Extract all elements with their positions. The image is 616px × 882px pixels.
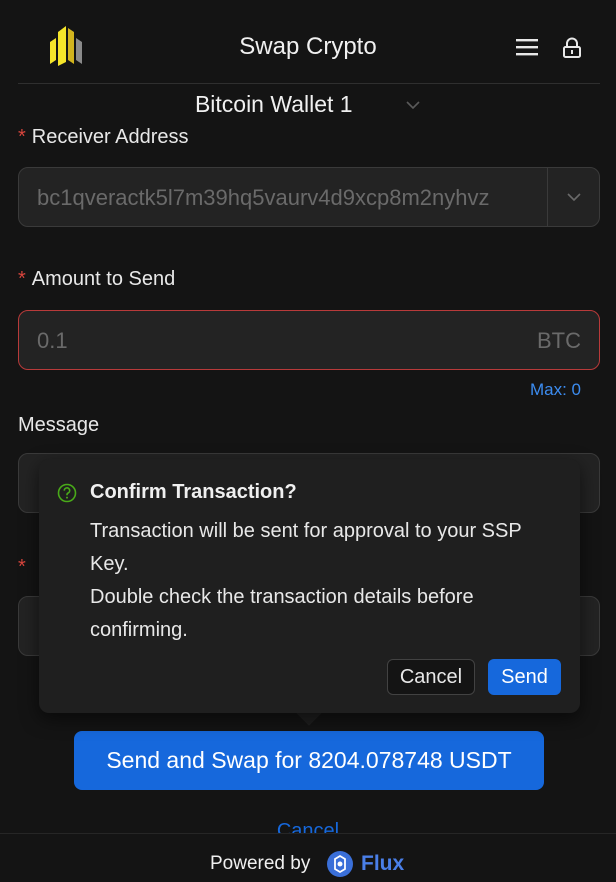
chevron-down-icon [406,100,420,109]
wallet-selector[interactable]: Bitcoin Wallet 1 [0,91,616,121]
footer: Powered by Flux [0,833,616,882]
confirm-transaction-popover: Confirm Transaction? Transaction will be… [39,459,580,713]
popconfirm-description: Transaction will be sent for approval to… [90,520,522,641]
wallet-name: Bitcoin Wallet 1 [194,91,353,117]
max-amount-link[interactable]: Max: 0 [530,380,581,400]
field-separator [547,168,548,226]
fee-required-marker: * [18,556,26,578]
receiver-address-label: * Receiver Address [18,126,189,148]
flux-brand[interactable]: Flux [361,852,404,876]
receiver-address-field[interactable]: bc1qveractk5l7m39hq5vaurv4d9xcp8m2nyhvz [18,167,600,227]
chevron-down-icon[interactable] [565,188,583,206]
powered-by-text: Powered by [210,853,311,874]
amount-placeholder: 0.1 [37,328,68,353]
send-and-swap-button[interactable]: Send and Swap for 8204.078748 USDT [74,731,544,790]
popconfirm-cancel-button[interactable]: Cancel [387,659,475,695]
hamburger-menu-icon[interactable] [514,36,540,58]
flux-logo-icon [327,851,353,877]
question-circle-icon [57,483,77,503]
popconfirm-title: Confirm Transaction? [90,481,297,503]
lock-icon[interactable] [560,36,584,60]
message-label: Message [18,414,100,436]
receiver-address-value: bc1qveractk5l7m39hq5vaurv4d9xcp8m2nyhvz [37,185,490,210]
amount-unit: BTC [537,328,581,353]
amount-input[interactable]: 0.1 BTC [18,310,600,370]
header-divider [18,83,600,84]
amount-label: * Amount to Send [18,268,176,290]
popconfirm-send-button[interactable]: Send [488,659,561,695]
